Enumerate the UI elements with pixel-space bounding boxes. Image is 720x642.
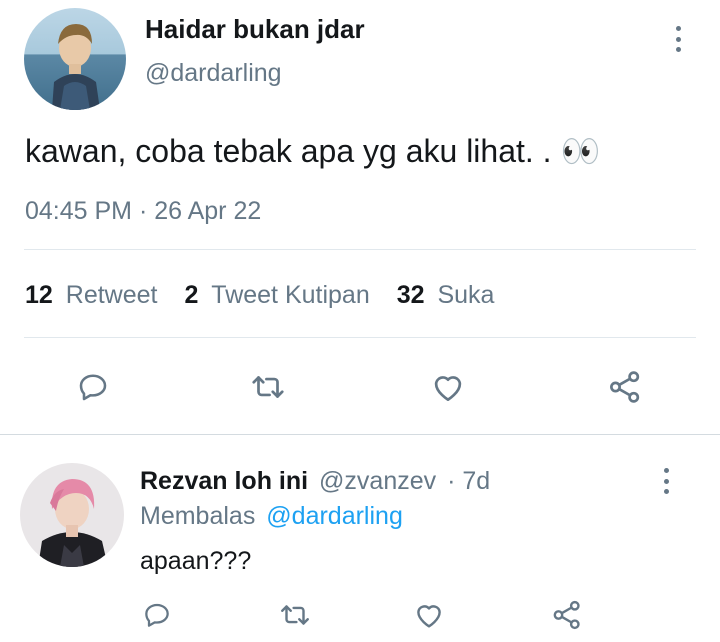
- reply-share-icon[interactable]: [548, 596, 586, 634]
- reply-more-options-icon[interactable]: [661, 468, 671, 494]
- likes-count: 32: [396, 281, 425, 309]
- replying-to-link[interactable]: @dardarling: [266, 502, 403, 530]
- reply-header: Rezvan loh ini @zvanzev · 7d: [140, 466, 490, 496]
- divider: [24, 337, 696, 338]
- reply-like-icon[interactable]: [410, 596, 448, 634]
- author-handle[interactable]: @dardarling: [145, 58, 282, 88]
- retweets-stat[interactable]: 12 Retweet: [25, 281, 164, 309]
- likes-label: Suka: [437, 281, 495, 309]
- share-icon[interactable]: [604, 366, 646, 408]
- reply-reply-icon[interactable]: [138, 596, 176, 634]
- retweets-label: Retweet: [65, 281, 158, 309]
- replying-label: Membalas: [140, 502, 256, 530]
- quotes-count: 2: [184, 281, 199, 309]
- divider: [0, 434, 720, 435]
- tweet-timestamp[interactable]: 04:45 PM · 26 Apr 22: [25, 196, 261, 226]
- reply-retweet-icon[interactable]: [276, 596, 314, 634]
- retweet-icon[interactable]: [247, 366, 289, 408]
- more-options-icon[interactable]: [673, 26, 683, 52]
- retweets-count: 12: [25, 281, 53, 309]
- replying-to-line: Membalas @dardarling: [140, 501, 403, 531]
- reply-age: · 7d: [447, 467, 491, 495]
- quotes-stat[interactable]: 2 Tweet Kutipan: [184, 281, 376, 309]
- author-name[interactable]: Haidar bukan jdar: [145, 14, 365, 44]
- quotes-label: Tweet Kutipan: [211, 281, 370, 309]
- reply-author-handle[interactable]: @zvanzev: [319, 467, 436, 495]
- reply-author-avatar[interactable]: [20, 463, 124, 567]
- reply-icon[interactable]: [72, 366, 114, 408]
- reply-author-name[interactable]: Rezvan loh ini: [140, 467, 308, 495]
- tweet-text: kawan, coba tebak apa yg aku lihat. . 👀: [25, 133, 601, 169]
- tweet-stats: 12 Retweet 2 Tweet Kutipan 32 Suka: [25, 280, 494, 310]
- likes-stat[interactable]: 32 Suka: [397, 281, 495, 309]
- like-icon[interactable]: [427, 366, 469, 408]
- reply-text: apaan???: [140, 547, 252, 575]
- divider: [24, 249, 696, 250]
- author-avatar[interactable]: [24, 8, 126, 110]
